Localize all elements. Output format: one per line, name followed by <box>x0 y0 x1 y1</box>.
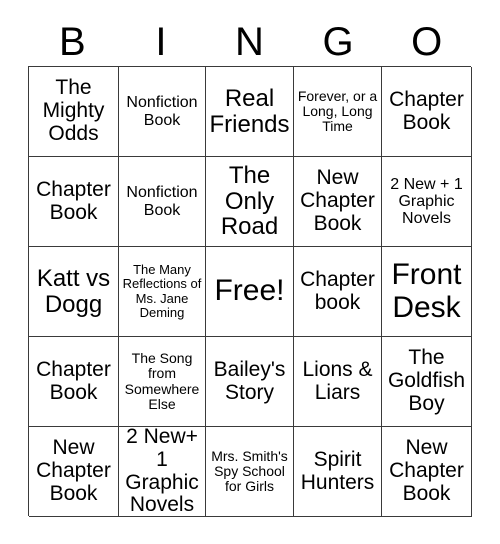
bingo-header-letter-o: O <box>411 20 443 64</box>
bingo-cell-label: 2 New+ 1 Graphic Novels <box>125 427 199 517</box>
bingo-cell-r5c3[interactable]: Mrs. Smith's Spy School for Girls <box>206 427 294 517</box>
bingo-cell-label: Chapter Book <box>36 357 111 404</box>
bingo-cell-label: Chapter book <box>300 267 375 314</box>
bingo-cell-label: Lions & Liars <box>302 357 373 404</box>
bingo-cell-label: The Goldfish Boy <box>387 346 466 415</box>
bingo-cell-r2c5[interactable]: 2 New + 1 Graphic Novels <box>382 157 472 247</box>
bingo-cell-label: Real Friends <box>209 84 290 138</box>
bingo-cell-label: The Mighty Odds <box>42 76 105 145</box>
bingo-cell-label: 2 New + 1 Graphic Novels <box>390 175 463 228</box>
bingo-cell-r3c5[interactable]: Front Desk <box>382 247 472 337</box>
bingo-cell-r3c3[interactable]: Free! <box>206 247 294 337</box>
bingo-cell-r1c1[interactable]: The Mighty Odds <box>29 67 119 157</box>
bingo-cell-label: New Chapter Book <box>389 436 464 505</box>
bingo-cell-r2c4[interactable]: New Chapter Book <box>294 157 382 247</box>
bingo-cell-label: Mrs. Smith's Spy School for Girls <box>211 447 288 495</box>
bingo-header-letter-g: G <box>322 20 354 64</box>
bingo-cell-r4c3[interactable]: Bailey's Story <box>206 337 294 427</box>
bingo-cell-r5c4[interactable]: Spirit Hunters <box>294 427 382 517</box>
bingo-cell-r1c3[interactable]: Real Friends <box>206 67 294 157</box>
bingo-cell-label: The Many Reflections of Ms. Jane Deming <box>122 262 202 320</box>
bingo-cell-label: The Only Road <box>220 161 279 241</box>
bingo-cell-label: Front Desk <box>391 258 462 324</box>
bingo-cell-r5c2[interactable]: 2 New+ 1 Graphic Novels <box>119 427 206 517</box>
bingo-cell-r5c1[interactable]: New Chapter Book <box>29 427 119 517</box>
bingo-header-row: BINGO <box>28 18 471 66</box>
bingo-cell-r4c2[interactable]: The Song from Somewhere Else <box>119 337 206 427</box>
bingo-cell-r4c4[interactable]: Lions & Liars <box>294 337 382 427</box>
bingo-cell-label: Bailey's Story <box>213 357 286 404</box>
bingo-cell-r4c1[interactable]: Chapter Book <box>29 337 119 427</box>
bingo-cell-label: Chapter Book <box>389 87 464 134</box>
bingo-cell-r3c4[interactable]: Chapter book <box>294 247 382 337</box>
bingo-cell-label: Free! <box>214 274 285 308</box>
bingo-cell-r2c2[interactable]: Nonfiction Book <box>119 157 206 247</box>
bingo-cell-r3c2[interactable]: The Many Reflections of Ms. Jane Deming <box>119 247 206 337</box>
bingo-grid: The Mighty Odds Nonfiction Book Real Frien… <box>28 66 472 517</box>
bingo-header-letter-i: I <box>155 20 167 64</box>
bingo-cell-label: Katt vs Dogg <box>36 264 111 318</box>
bingo-cell-label: New Chapter Book <box>300 166 375 235</box>
bingo-cell-r4c5[interactable]: The Goldfish Boy <box>382 337 472 427</box>
bingo-cell-label: Nonfiction Book <box>126 184 198 219</box>
bingo-cell-label: Spirit Hunters <box>300 447 375 494</box>
bingo-cell-r3c1[interactable]: Katt vs Dogg <box>29 247 119 337</box>
bingo-cell-label: Forever, or a Long, Long Time <box>297 87 378 135</box>
bingo-cell-r1c2[interactable]: Nonfiction Book <box>119 67 206 157</box>
bingo-card: B I N G O The Mighty Odds Nonfiction Book Real… <box>0 0 500 544</box>
bingo-cell-r2c3[interactable]: The Only Road <box>206 157 294 247</box>
bingo-cell-label: New Chapter Book <box>36 436 111 505</box>
bingo-header-letter-n: N <box>235 20 264 64</box>
bingo-cell-r5c5[interactable]: New Chapter Book <box>382 427 472 517</box>
bingo-header-letter-b: B <box>58 20 86 64</box>
bingo-cell-r1c4[interactable]: Forever, or a Long, Long Time <box>294 67 382 157</box>
bingo-cell-label: The Song from Somewhere Else <box>124 350 200 412</box>
bingo-cell-label: Chapter Book <box>36 177 111 224</box>
bingo-cell-r1c5[interactable]: Chapter Book <box>382 67 472 157</box>
bingo-cell-r2c1[interactable]: Chapter Book <box>29 157 119 247</box>
bingo-cell-label: Nonfiction Book <box>126 94 198 129</box>
